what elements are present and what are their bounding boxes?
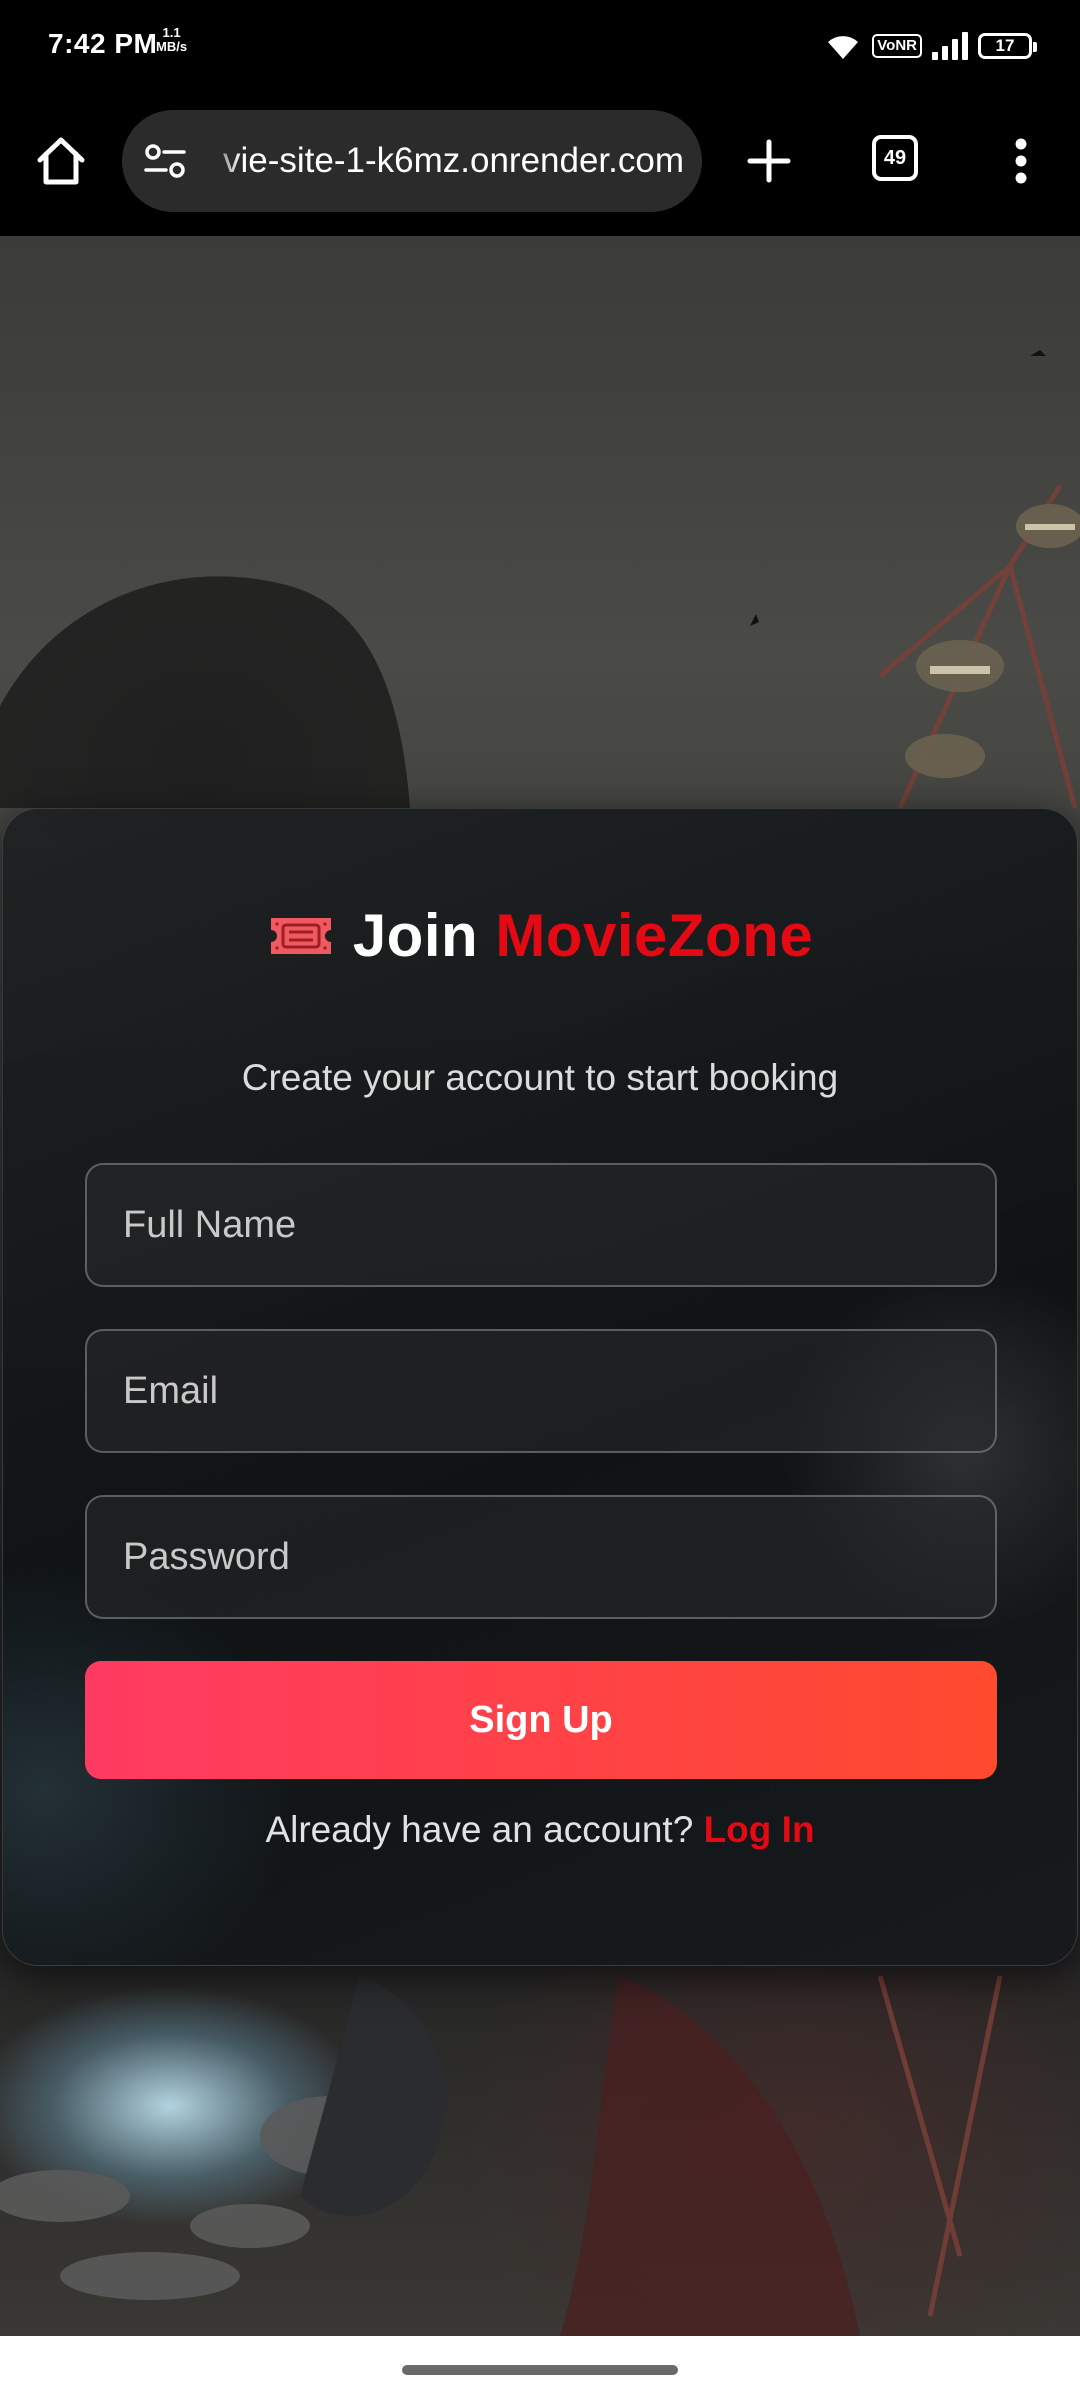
gesture-handle[interactable] xyxy=(402,2365,678,2375)
page-title: Join MovieZone xyxy=(353,901,813,970)
url-bar[interactable]: vie-site-1-k6mz.onrender.com xyxy=(122,110,702,212)
login-prompt-text: Already have an account? xyxy=(265,1809,694,1850)
site-settings-icon[interactable] xyxy=(142,138,188,184)
signup-card: Join MovieZone Create your account to st… xyxy=(2,808,1078,1966)
status-time: 7:42 PM xyxy=(48,28,158,59)
signup-title: Join MovieZone xyxy=(3,901,1077,970)
more-vert-icon xyxy=(1015,138,1027,184)
tab-switcher-icon[interactable]: 49 xyxy=(872,135,918,181)
url-text[interactable]: vie-site-1-k6mz.onrender.com xyxy=(208,110,684,212)
battery-level: 17 xyxy=(995,36,1015,55)
network-speed-value: 1.1 xyxy=(162,25,181,40)
network-speed-unit: MB/s xyxy=(156,39,188,54)
login-prompt-row: Already have an account? Log In xyxy=(3,1809,1077,1851)
url-fade xyxy=(202,110,242,212)
sign-up-button[interactable]: Sign Up xyxy=(85,1661,997,1779)
network-speed: 1.1 MB/s xyxy=(156,26,187,54)
plus-icon xyxy=(747,139,791,183)
navigation-bar xyxy=(0,2336,1080,2400)
status-icons: VoNR 17 xyxy=(824,26,1037,66)
wifi-icon xyxy=(825,36,859,59)
brand-name: MovieZone xyxy=(495,902,814,969)
ticket-icon xyxy=(270,917,331,954)
home-icon xyxy=(37,137,85,185)
title-prefix: Join xyxy=(352,902,479,969)
home-button[interactable] xyxy=(30,130,92,192)
battery-icon: 17 xyxy=(978,33,1037,59)
status-bar: 7:42 PM 1.1 MB/s VoNR 17 xyxy=(0,0,1080,92)
new-tab-button[interactable] xyxy=(738,130,800,192)
page-subtitle: Create your account to start booking xyxy=(241,1057,839,1098)
more-menu-button[interactable] xyxy=(996,130,1046,192)
full-name-input[interactable] xyxy=(85,1163,997,1287)
vonr-badge: VoNR xyxy=(872,34,922,58)
password-input[interactable] xyxy=(85,1495,997,1619)
signal-icon xyxy=(932,32,968,60)
email-input[interactable] xyxy=(85,1329,997,1453)
browser-toolbar: vie-site-1-k6mz.onrender.com 49 xyxy=(0,92,1080,236)
log-in-link[interactable]: Log In xyxy=(704,1809,815,1850)
tab-count: 49 xyxy=(883,146,907,169)
web-page: Join MovieZone Create your account to st… xyxy=(0,236,1080,2336)
